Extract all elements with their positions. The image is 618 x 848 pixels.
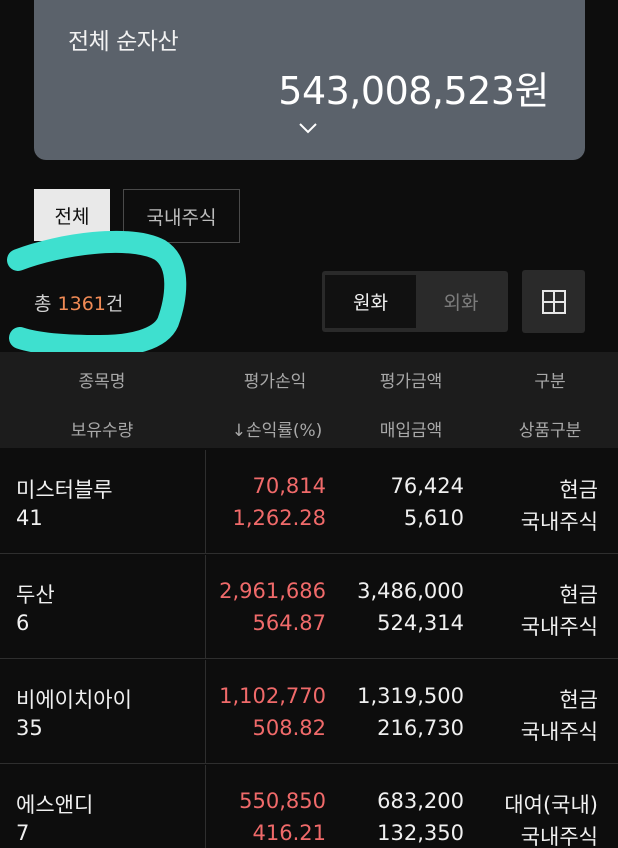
- buy-amount: 5,610: [403, 506, 464, 530]
- divider: [205, 555, 206, 658]
- table-row[interactable]: 두산 6 2,961,686 564.87 3,486,000 524,314 …: [0, 555, 618, 659]
- product-type: 국내주식: [520, 720, 598, 744]
- stock-quantity: 41: [16, 506, 43, 530]
- net-asset-title: 전체 순자산: [68, 29, 179, 55]
- net-asset-amount: 543,008,523원: [278, 69, 549, 113]
- buy-amount: 524,314: [377, 611, 464, 635]
- product-type: 국내주식: [520, 615, 598, 639]
- header-pl-rate[interactable]: ↓손익률(%): [212, 416, 342, 441]
- header-stock-name[interactable]: 종목명: [54, 367, 150, 392]
- table-row[interactable]: 미스터블루 41 70,814 1,262.28 76,424 5,610 현금…: [0, 450, 618, 554]
- divider: [205, 450, 206, 553]
- category: 현금: [559, 478, 598, 502]
- header-quantity[interactable]: 보유수량: [54, 416, 150, 441]
- eval-amount: 76,424: [390, 474, 464, 498]
- divider: [205, 660, 206, 763]
- pl-rate: 416.21: [252, 821, 326, 845]
- stock-quantity: 7: [16, 821, 30, 845]
- stock-quantity: 6: [16, 611, 30, 635]
- chevron-down-icon[interactable]: [297, 120, 319, 136]
- currency-krw-button[interactable]: 원화: [325, 275, 416, 328]
- net-asset-card[interactable]: 전체 순자산 543,008,523원: [34, 0, 585, 160]
- stock-name: 에스앤디: [16, 793, 94, 817]
- table-header: 종목명 평가손익 평가금액 구분 보유수량 ↓손익률(%) 매입금액 상품구분: [0, 352, 618, 448]
- eval-amount: 683,200: [377, 789, 464, 813]
- eval-amount: 3,486,000: [357, 579, 464, 603]
- stock-name: 미스터블루: [16, 478, 113, 502]
- buy-amount: 216,730: [377, 716, 464, 740]
- view-toggle-button[interactable]: [522, 270, 585, 333]
- header-category[interactable]: 구분: [500, 367, 600, 392]
- header-eval-pl[interactable]: 평가손익: [220, 367, 330, 392]
- category: 대여(국내): [504, 793, 598, 817]
- table-row[interactable]: 에스앤디 7 550,850 416.21 683,200 132,350 대여…: [0, 765, 618, 848]
- category: 현금: [559, 688, 598, 712]
- table-row[interactable]: 비에이치아이 35 1,102,770 508.82 1,319,500 216…: [0, 660, 618, 764]
- eval-amount: 1,319,500: [357, 684, 464, 708]
- header-buy-amount[interactable]: 매입금액: [356, 416, 466, 441]
- header-product-type[interactable]: 상품구분: [500, 416, 600, 441]
- product-type: 국내주식: [520, 825, 598, 848]
- pl-rate: 1,262.28: [232, 506, 326, 530]
- eval-pl: 550,850: [239, 789, 326, 813]
- grid-icon: [541, 289, 566, 314]
- eval-pl: 1,102,770: [219, 684, 326, 708]
- pl-rate: 508.82: [252, 716, 326, 740]
- pl-rate: 564.87: [252, 611, 326, 635]
- stock-name: 비에이치아이: [16, 688, 132, 712]
- buy-amount: 132,350: [377, 821, 464, 845]
- eval-pl: 2,961,686: [219, 579, 326, 603]
- currency-fx-button[interactable]: 외화: [418, 275, 504, 328]
- divider: [205, 765, 206, 848]
- stock-quantity: 35: [16, 716, 43, 740]
- currency-toggle: 원화 외화: [322, 271, 508, 332]
- eval-pl: 70,814: [252, 474, 326, 498]
- category: 현금: [559, 583, 598, 607]
- header-eval-amount[interactable]: 평가금액: [356, 367, 466, 392]
- product-type: 국내주식: [520, 510, 598, 534]
- stock-name: 두산: [16, 583, 55, 607]
- redaction-scribble: [7, 230, 187, 357]
